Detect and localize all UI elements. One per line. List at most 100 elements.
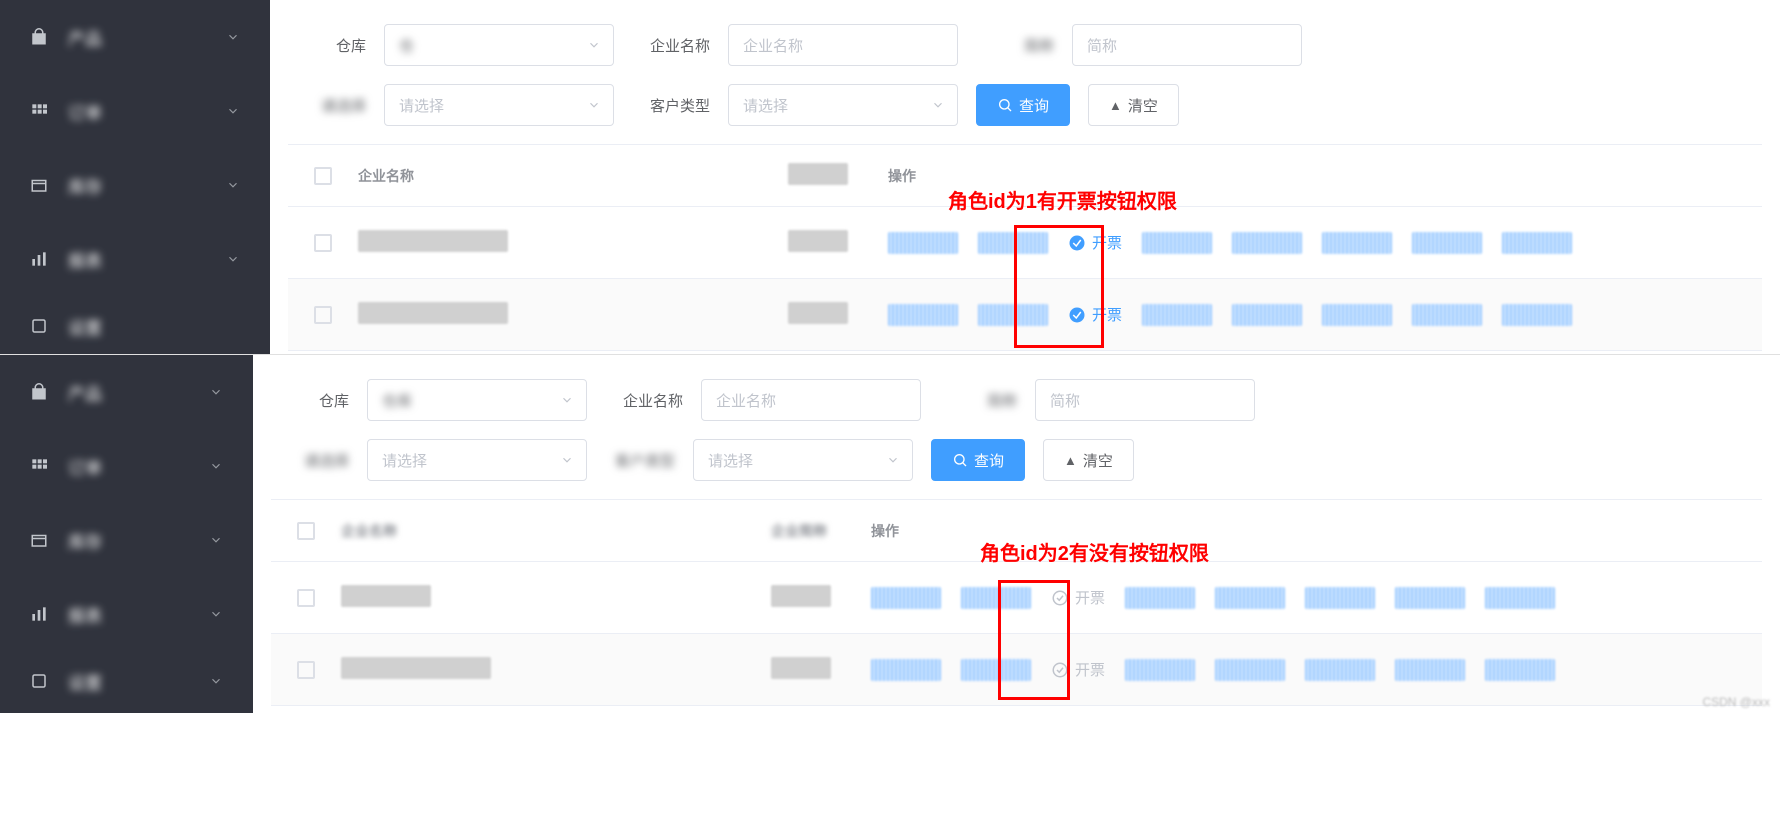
sidebar-item-order[interactable]: 订单 — [0, 429, 253, 503]
warehouse-select[interactable]: 仓库 — [367, 379, 587, 421]
annotation-text-top: 角色id为1有开票按钮权限 — [948, 185, 1177, 214]
custtype-select[interactable]: 请选择 — [728, 84, 958, 126]
op-blur[interactable] — [871, 659, 941, 681]
grid-icon — [30, 457, 48, 475]
invoice-button[interactable]: 开票 — [1068, 232, 1122, 253]
table-row: 开票 — [271, 634, 1762, 706]
invoice-button[interactable]: 开票 — [1068, 304, 1122, 325]
op-blur[interactable] — [871, 587, 941, 609]
op-blur[interactable] — [1322, 232, 1392, 254]
box-icon — [30, 176, 48, 194]
op-blur[interactable] — [1125, 587, 1195, 609]
op-blur[interactable] — [978, 304, 1048, 326]
op-blur[interactable] — [1232, 232, 1302, 254]
filter4-select[interactable]: 请选择 — [384, 84, 614, 126]
cell-blur — [341, 585, 431, 607]
op-blur[interactable] — [1125, 659, 1195, 681]
sidebar-item-5[interactable]: 设置 — [0, 296, 270, 356]
filter-label-short: 简称 — [976, 35, 1054, 56]
chevron-down-icon — [931, 98, 945, 112]
op-blur[interactable] — [961, 659, 1031, 681]
filter-label-4: 请选择 — [288, 95, 366, 116]
checkbox-all[interactable] — [314, 167, 332, 185]
chevron-down-icon — [587, 38, 601, 52]
query-button[interactable]: 查询 — [976, 84, 1070, 126]
op-blur[interactable] — [1395, 587, 1465, 609]
op-blur[interactable] — [1142, 232, 1212, 254]
op-blur[interactable] — [1485, 587, 1555, 609]
checkbox[interactable] — [297, 589, 315, 607]
clear-button[interactable]: ▲ 清空 — [1088, 84, 1179, 126]
op-blur[interactable] — [1412, 304, 1482, 326]
clear-button[interactable]: ▲ 清空 — [1043, 439, 1134, 481]
sidebar-item-report[interactable]: 报表 — [0, 577, 253, 651]
op-blur[interactable] — [1305, 659, 1375, 681]
grid-icon — [30, 102, 48, 120]
cell-blur — [771, 585, 831, 607]
setting-icon — [30, 672, 48, 690]
warehouse-select[interactable]: 仓 — [384, 24, 614, 66]
op-blur[interactable] — [1305, 587, 1375, 609]
chevron-down-icon — [560, 393, 574, 407]
sidebar-item-report[interactable]: 报表 — [0, 222, 270, 296]
sidebar-item-product[interactable]: 产品 — [0, 355, 253, 429]
op-blur[interactable] — [1502, 304, 1572, 326]
filter-label-warehouse: 仓库 — [288, 35, 366, 56]
sidebar-item-5[interactable]: 设置 — [0, 651, 253, 711]
op-blur[interactable] — [888, 304, 958, 326]
op-blur[interactable] — [1215, 659, 1285, 681]
query-button[interactable]: 查询 — [931, 439, 1025, 481]
broom-icon: ▲ — [1109, 98, 1122, 113]
invoice-button-disabled: 开票 — [1051, 587, 1105, 608]
filter-label-company: 企业名称 — [605, 390, 683, 411]
op-blur[interactable] — [1215, 587, 1285, 609]
sidebar-item-stock[interactable]: 库存 — [0, 148, 270, 222]
check-circle-icon — [1068, 234, 1086, 252]
checkbox[interactable] — [314, 234, 332, 252]
checkbox[interactable] — [297, 661, 315, 679]
setting-icon — [30, 317, 48, 335]
op-blur[interactable] — [1142, 304, 1212, 326]
op-blur[interactable] — [1395, 659, 1465, 681]
op-blur[interactable] — [888, 232, 958, 254]
filter-label-4: 请选择 — [271, 450, 349, 471]
box-icon — [30, 531, 48, 549]
chevron-down-icon — [560, 453, 574, 467]
sidebar-item-product[interactable]: 产品 — [0, 0, 270, 74]
chevron-down-icon — [226, 104, 240, 118]
op-blur[interactable] — [961, 587, 1031, 609]
company-name-input[interactable]: 企业名称 — [728, 24, 958, 66]
bag-icon — [30, 28, 48, 46]
custtype-select[interactable]: 请选择 — [693, 439, 913, 481]
filter4-select[interactable]: 请选择 — [367, 439, 587, 481]
op-blur[interactable] — [1412, 232, 1482, 254]
filter-label-company: 企业名称 — [632, 35, 710, 56]
data-table: 企业名称 企业简称 操作 开票 — [271, 499, 1762, 706]
op-blur[interactable] — [1485, 659, 1555, 681]
chevron-down-icon — [226, 178, 240, 192]
filter-label-custtype: 客户类型 — [605, 450, 675, 471]
check-circle-icon — [1068, 306, 1086, 324]
chevron-down-icon — [209, 533, 223, 547]
chevron-down-icon — [886, 453, 900, 467]
col-code-blur — [788, 163, 848, 185]
sidebar-item-stock[interactable]: 库存 — [0, 503, 253, 577]
annotation-text-bot: 角色id为2有没有按钮权限 — [980, 537, 1209, 566]
invoice-button-disabled: 开票 — [1051, 659, 1105, 680]
filter-label-short: 简称 — [939, 390, 1017, 411]
checkbox[interactable] — [314, 306, 332, 324]
short-name-input[interactable]: 简称 — [1072, 24, 1302, 66]
op-blur[interactable] — [1502, 232, 1572, 254]
data-table: 企业名称 操作 开票 — [288, 144, 1762, 351]
short-name-input[interactable]: 简称 — [1035, 379, 1255, 421]
company-name-input[interactable]: 企业名称 — [701, 379, 921, 421]
checkbox-all[interactable] — [297, 522, 315, 540]
content-top: 仓库 仓 企业名称 企业名称 简称 简称 请选择 请选择 客户类型 请选择 — [270, 0, 1780, 354]
sidebar-item-order[interactable]: 订单 — [0, 74, 270, 148]
op-blur[interactable] — [1232, 304, 1302, 326]
bag-icon — [30, 383, 48, 401]
op-blur[interactable] — [1322, 304, 1392, 326]
check-circle-icon — [1051, 661, 1069, 679]
op-blur[interactable] — [978, 232, 1048, 254]
cell-blur — [771, 657, 831, 679]
